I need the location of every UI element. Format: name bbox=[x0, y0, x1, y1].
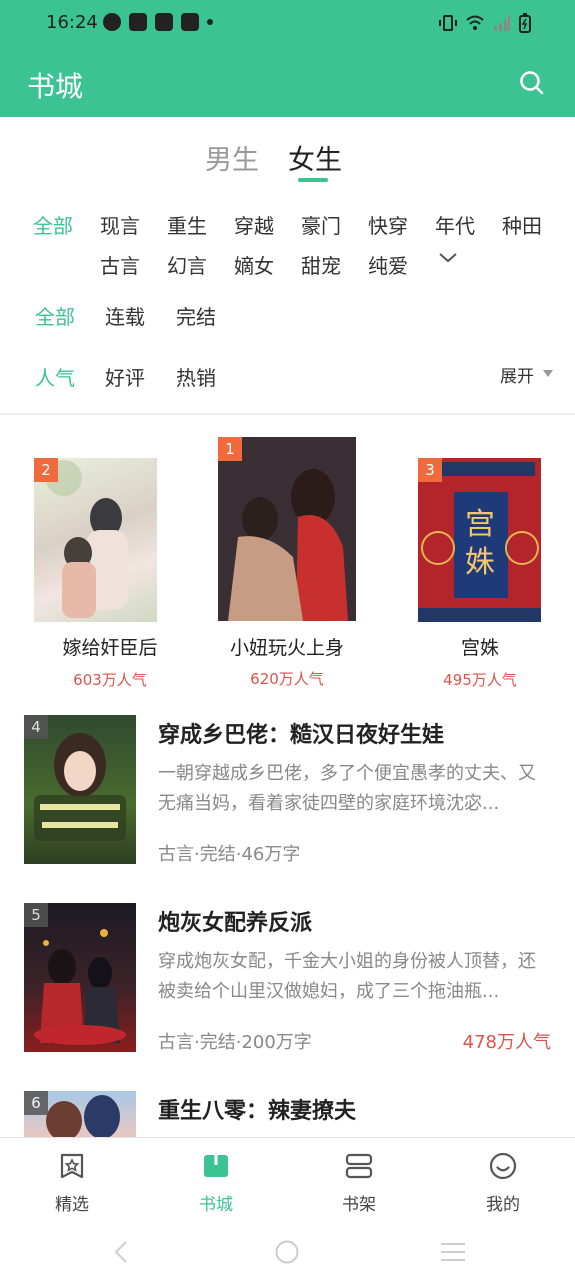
chevron-down-icon[interactable] bbox=[436, 248, 460, 268]
category-item[interactable]: 古言 bbox=[100, 250, 140, 279]
category-all[interactable]: 全部 bbox=[33, 210, 73, 239]
book-cover[interactable]: 宫姝 3 bbox=[418, 458, 541, 622]
rank-badge: 4 bbox=[24, 715, 48, 739]
popularity-count: 620万人气 bbox=[250, 670, 324, 688]
tab-male[interactable]: 男生 bbox=[205, 138, 259, 177]
tab-label: 书城 bbox=[199, 1195, 233, 1215]
notification-icons bbox=[103, 13, 213, 31]
check-icon bbox=[103, 13, 121, 31]
rank-badge: 3 bbox=[418, 458, 442, 482]
status-filter-all[interactable]: 全部 bbox=[35, 301, 75, 330]
cover-illustration bbox=[46, 460, 128, 618]
bird-icon bbox=[155, 13, 173, 31]
divider bbox=[0, 413, 575, 415]
tab-label: 书架 bbox=[342, 1195, 376, 1215]
bookshelf-icon bbox=[345, 1153, 373, 1179]
book-title[interactable]: 炮灰女配养反派 bbox=[158, 905, 312, 937]
system-nav-bar bbox=[0, 1222, 575, 1280]
rank-badge: 6 bbox=[24, 1091, 48, 1115]
status-filter-finished[interactable]: 完结 bbox=[176, 301, 216, 330]
status-bar: 16:24 bbox=[0, 0, 575, 46]
app-icon bbox=[181, 13, 199, 31]
book-title[interactable]: 宫姝 bbox=[398, 633, 562, 660]
search-icon[interactable] bbox=[519, 70, 545, 96]
back-icon[interactable] bbox=[112, 1240, 130, 1264]
tab-label: 我的 bbox=[486, 1195, 520, 1215]
book-title[interactable]: 重生八零：辣妻撩夫 bbox=[158, 1093, 356, 1125]
rank-badge: 2 bbox=[34, 458, 58, 482]
cover-title: 宫姝 bbox=[465, 507, 495, 580]
rank-badge: 5 bbox=[24, 903, 48, 927]
category-item[interactable]: 种田 bbox=[502, 210, 542, 239]
book-cover[interactable]: 2 bbox=[34, 458, 157, 622]
more-dot-icon bbox=[207, 19, 213, 25]
expand-button[interactable]: 展开 bbox=[500, 362, 534, 387]
book-cover[interactable]: 5 bbox=[24, 903, 136, 1052]
category-item[interactable]: 重生 bbox=[167, 210, 207, 239]
book-cover[interactable]: 4 bbox=[24, 715, 136, 864]
tab-bookshelf[interactable]: 书架 bbox=[309, 1138, 409, 1223]
tab-profile[interactable]: 我的 bbox=[453, 1138, 553, 1223]
tab-label: 精选 bbox=[55, 1195, 89, 1215]
sort-bestseller[interactable]: 热销 bbox=[176, 362, 216, 391]
book-title[interactable]: 穿成乡巴佬：糙汉日夜好生娃 bbox=[158, 717, 444, 749]
popularity-count: 478万人气 bbox=[462, 1032, 551, 1053]
category-item[interactable]: 嫡女 bbox=[234, 250, 274, 279]
book-meta: 古言·完结·46万字 bbox=[158, 844, 301, 865]
category-item[interactable]: 纯爱 bbox=[368, 250, 408, 279]
triangle-down-icon bbox=[543, 370, 553, 377]
home-icon[interactable] bbox=[275, 1240, 299, 1264]
book-cover[interactable]: 6 bbox=[24, 1091, 136, 1137]
battery-icon bbox=[519, 13, 531, 33]
book-meta: 古言·完结·200万字 bbox=[158, 1032, 312, 1053]
category-item[interactable]: 快穿 bbox=[368, 210, 408, 239]
book-icon bbox=[204, 1155, 228, 1177]
popularity-count: 603万人气 bbox=[73, 671, 147, 689]
bottom-tab-bar: 精选 书城 书架 我的 bbox=[0, 1137, 575, 1222]
status-time: 16:24 bbox=[46, 12, 98, 33]
vibrate-icon bbox=[439, 15, 457, 31]
cover-illustration bbox=[218, 437, 356, 621]
wifi-icon bbox=[466, 15, 484, 30]
category-item[interactable]: 穿越 bbox=[234, 210, 274, 239]
category-item[interactable]: 甜宠 bbox=[301, 250, 341, 279]
rank-badge: 1 bbox=[218, 437, 242, 461]
book-cover[interactable]: 1 bbox=[218, 437, 356, 621]
smile-icon bbox=[489, 1152, 517, 1180]
popularity-count: 495万人气 bbox=[443, 671, 517, 689]
category-item[interactable]: 豪门 bbox=[301, 210, 341, 239]
category-item[interactable]: 年代 bbox=[435, 210, 475, 239]
status-filter-serial[interactable]: 连载 bbox=[105, 301, 145, 330]
category-item[interactable]: 现言 bbox=[100, 210, 140, 239]
tab-indicator bbox=[298, 178, 328, 182]
book-title[interactable]: 嫁给奸臣后 bbox=[28, 633, 192, 660]
tab-featured[interactable]: 精选 bbox=[22, 1138, 122, 1223]
gender-tabs: 男生 女生 bbox=[0, 138, 575, 188]
star-bookmark-icon bbox=[60, 1153, 84, 1179]
sort-rating[interactable]: 好评 bbox=[105, 362, 145, 391]
tab-female[interactable]: 女生 bbox=[288, 138, 342, 177]
sort-popularity[interactable]: 人气 bbox=[35, 362, 75, 391]
system-status-icons bbox=[439, 13, 531, 33]
book-description: 一朝穿越成乡巴佬，多了个便宜愚孝的丈夫、又无痛当妈，看着家徒四壁的家庭环境沈宓.… bbox=[158, 763, 536, 814]
tab-bookstore[interactable]: 书城 bbox=[166, 1138, 266, 1223]
menu-icon[interactable] bbox=[440, 1242, 466, 1262]
page-title: 书城 bbox=[27, 70, 84, 103]
category-item[interactable]: 幻言 bbox=[167, 250, 207, 279]
signal-icon bbox=[494, 15, 510, 31]
book-description: 穿成炮灰女配，千金大小姐的身份被人顶替，还被卖给个山里汉做媳妇，成了三个拖油瓶.… bbox=[158, 951, 536, 1002]
bag-icon bbox=[129, 13, 147, 31]
book-title[interactable]: 小妞玩火上身 bbox=[205, 633, 369, 660]
app-header: 16:24 书城 bbox=[0, 0, 575, 117]
